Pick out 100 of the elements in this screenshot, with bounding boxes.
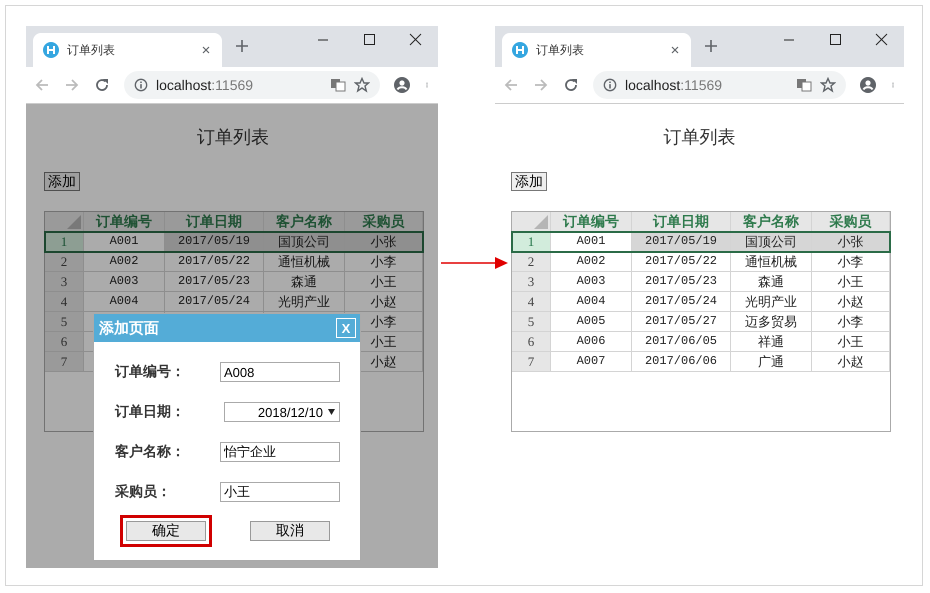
plus-icon[interactable] (703, 38, 719, 54)
close-icon[interactable] (200, 44, 212, 56)
arrow-icon (441, 257, 508, 269)
table-cell: 2017/05/19 (644, 234, 717, 248)
url-port: :11569 (680, 77, 722, 93)
table-cell: 小李 (838, 254, 864, 269)
table-cell: A005 (576, 314, 606, 328)
row-number: 1 (45, 232, 84, 252)
table-cell: 2017/05/19 (178, 234, 250, 248)
url-host: localhost (625, 77, 680, 93)
table-cell: 2017/05/27 (644, 314, 717, 328)
add-button[interactable]: 添加 (44, 172, 80, 191)
favicon-icon (512, 42, 528, 58)
field-label: 订单日期： (115, 403, 186, 421)
plus-icon[interactable] (234, 38, 250, 54)
column-header: 订单编号 (84, 212, 165, 232)
star-icon[interactable] (820, 77, 836, 93)
table-cell: 迈多贸易 (745, 314, 797, 329)
table-cell: 小张 (370, 234, 396, 249)
table-cell: 小李 (838, 314, 864, 329)
address-bar[interactable]: localhost:11569 (593, 71, 846, 99)
dialog-button[interactable]: 取消 (250, 521, 330, 541)
field-label: 客户名称： (115, 443, 186, 461)
account-icon[interactable] (860, 77, 876, 93)
column-header: 客户名称 (731, 212, 812, 232)
table-cell: 2017/05/23 (178, 274, 250, 288)
field-label: 采购员： (115, 483, 172, 501)
favicon-icon (43, 42, 59, 58)
table-cell: 2017/05/24 (178, 294, 250, 308)
row-number: 6 (512, 332, 551, 352)
table-cell: 光明产业 (278, 294, 330, 309)
table-cell: A002 (576, 254, 606, 268)
caret-icon (328, 409, 335, 415)
info-icon (603, 78, 617, 92)
date-picker[interactable]: 2018/12/10 (224, 402, 340, 422)
add-button[interactable]: 添加 (511, 172, 547, 191)
row-number: 2 (512, 252, 551, 272)
tab-title: 订单列表 (536, 42, 585, 58)
row-number: 7 (45, 352, 84, 372)
dialog-button[interactable]: 确定 (126, 521, 206, 541)
table-cell: 2017/05/22 (178, 254, 250, 268)
table-cell: 通恒机械 (278, 254, 330, 269)
column-header: 订单日期 (632, 212, 731, 232)
info-icon (134, 78, 148, 92)
url-host: localhost (156, 77, 212, 93)
row-number: 4 (512, 292, 551, 312)
table-cell: A004 (576, 294, 606, 308)
table-cell: A003 (576, 274, 606, 288)
translate-icon[interactable] (330, 77, 346, 93)
column-header: 订单编号 (551, 212, 632, 232)
column-header: 订单日期 (165, 212, 264, 232)
table-cell: 小赵 (838, 294, 864, 309)
table-cell: 小赵 (370, 294, 396, 309)
table-cell: 祥通 (758, 334, 784, 349)
row-number: 7 (512, 352, 551, 372)
browser-tab[interactable]: 订单列表 (33, 33, 222, 67)
table-cell: 小赵 (370, 354, 396, 369)
table-cell: 小赵 (838, 354, 864, 369)
table-cell: A001 (576, 234, 606, 248)
field-label: 订单编号： (115, 363, 186, 381)
input-field[interactable]: 小王 (220, 482, 340, 502)
translate-icon[interactable] (796, 77, 812, 93)
reload-icon[interactable] (94, 77, 110, 93)
browser-tab[interactable]: 订单列表 (502, 33, 691, 67)
table-cell: 小王 (838, 274, 864, 289)
row-number: 5 (45, 312, 84, 332)
close-icon[interactable] (669, 44, 681, 56)
row-number: 2 (45, 252, 84, 272)
row-number: 3 (512, 272, 551, 292)
tab-title: 订单列表 (67, 42, 116, 58)
row-number: 5 (512, 312, 551, 332)
url-port: :11569 (211, 77, 254, 93)
table-cell: A001 (110, 234, 138, 248)
table-cell: 小李 (370, 254, 396, 269)
table-cell: 2017/05/22 (644, 254, 717, 268)
account-icon[interactable] (394, 77, 410, 93)
table-cell: 国顶公司 (745, 234, 797, 249)
page-title: 订单列表 (664, 127, 736, 147)
star-icon[interactable] (354, 77, 370, 93)
table-cell: 2017/06/06 (644, 354, 717, 368)
row-number: 3 (45, 272, 84, 292)
dialog-title: 添加页面 (99, 318, 160, 338)
reload-icon[interactable] (563, 77, 579, 93)
address-bar[interactable]: localhost:11569 (124, 71, 380, 99)
table-cell: 小王 (370, 274, 396, 289)
table-cell: A003 (110, 274, 138, 288)
table-cell: 小张 (838, 234, 864, 249)
table-cell: 小李 (370, 314, 396, 329)
table-cell: 通恒机械 (745, 254, 797, 269)
row-number: 4 (45, 292, 84, 312)
table-cell: 森通 (291, 274, 317, 289)
row-number: 6 (45, 332, 84, 352)
table-cell: 广通 (758, 354, 784, 369)
table-cell: A004 (110, 294, 138, 308)
table-cell: 国顶公司 (278, 234, 330, 249)
input-field[interactable]: A008 (220, 362, 340, 382)
table-cell: 光明产业 (745, 294, 797, 309)
table-cell: A007 (576, 354, 606, 368)
table-cell: 2017/05/24 (644, 294, 717, 308)
page-title: 订单列表 (197, 127, 269, 147)
